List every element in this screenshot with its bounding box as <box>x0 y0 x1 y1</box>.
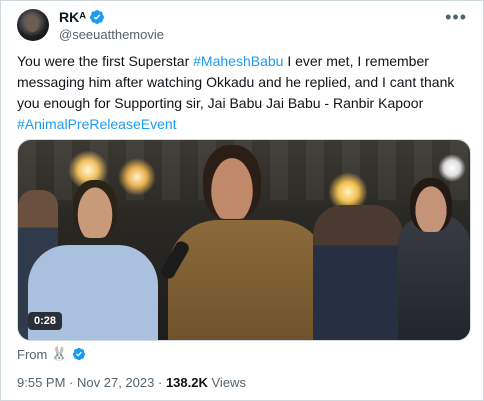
tweet-text-segment: messaging him after watching Okkadu and … <box>17 74 455 90</box>
views-label: Views <box>211 375 246 390</box>
rabbit-emoji-icon[interactable]: 🐰 <box>51 346 67 362</box>
tweet-meta: 9:55 PM · Nov 27, 2023 · 138.2K Views <box>17 375 246 390</box>
stage-light <box>438 154 466 182</box>
from-row: From 🐰 <box>17 346 86 362</box>
verified-badge-icon <box>90 10 105 24</box>
more-horizontal-icon[interactable]: ••• <box>445 7 467 28</box>
avatar-face <box>26 16 39 32</box>
video-duration-badge: 0:28 <box>28 312 63 330</box>
person-head-2 <box>203 145 261 219</box>
tweet-text-line: #AnimalPreReleaseEvent <box>17 114 469 135</box>
tweet-text-segment: You were the first Superstar <box>17 53 194 69</box>
tweet-text-segment: I ever met, I remember <box>283 53 429 69</box>
video-player[interactable]: 0:28 <box>17 139 471 341</box>
tweet-text-segment: you enough for Supporting sir, Jai Babu … <box>17 95 424 111</box>
from-label: From <box>17 346 48 362</box>
meta-separator: · <box>69 375 74 390</box>
person-right <box>398 215 470 340</box>
author-name[interactable]: RKᴬ <box>59 9 86 25</box>
tweet-text-line: messaging him after watching Okkadu and … <box>17 72 469 93</box>
views-count: 138.2K <box>165 375 208 390</box>
tweet-time[interactable]: 9:55 PM <box>17 375 65 390</box>
tweet-text-line: you enough for Supporting sir, Jai Babu … <box>17 93 469 114</box>
crowd-people <box>313 205 403 340</box>
hashtag-link[interactable]: #MaheshBabu <box>193 53 283 69</box>
tweet-date[interactable]: Nov 27, 2023 <box>77 375 154 390</box>
stage-light <box>118 158 156 196</box>
person-head-1 <box>73 180 117 238</box>
avatar[interactable] <box>17 9 49 41</box>
verified-badge-icon <box>72 347 85 361</box>
tweet-header: RKᴬ @seeuatthemovie ••• <box>17 7 467 47</box>
tweet-text-line: You were the first Superstar #MaheshBabu… <box>17 51 469 72</box>
hashtag-link[interactable]: #AnimalPreReleaseEvent <box>17 116 177 132</box>
tweet-card: RKᴬ @seeuatthemovie ••• You were the fir… <box>0 0 484 401</box>
meta-separator: · <box>157 375 163 390</box>
tweet-text: You were the first Superstar #MaheshBabu… <box>17 51 469 135</box>
person-head-3 <box>410 178 452 232</box>
person-jacket <box>168 220 328 340</box>
author-handle[interactable]: @seeuatthemovie <box>59 27 164 42</box>
author-name-row: RKᴬ <box>59 9 105 25</box>
